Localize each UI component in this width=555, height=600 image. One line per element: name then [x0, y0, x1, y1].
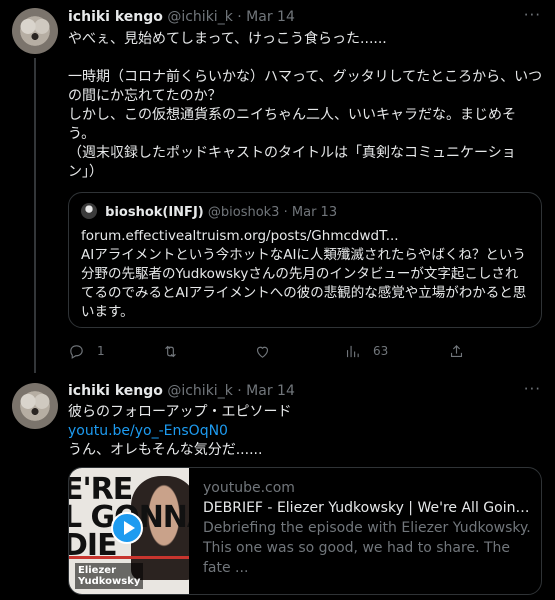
quoted-tweet[interactable]: bioshok(INFJ) @bioshok3 · Mar 13 forum.e…: [68, 192, 542, 328]
card-domain: youtube.com: [203, 480, 295, 496]
quoted-author-name: bioshok(INFJ): [105, 205, 204, 220]
quoted-author-handle: @bioshok3: [207, 205, 280, 220]
share-button[interactable]: [448, 340, 465, 362]
analytics-icon: [346, 345, 359, 357]
tweet[interactable]: ichiki kengo @ichiki_k · Mar 14 ··· 彼らのフ…: [0, 375, 555, 600]
separator-dot: ·: [237, 9, 242, 25]
tweet-text-line: 彼らのフォローアップ・エピソード: [68, 404, 292, 420]
quoted-date: Mar 13: [291, 205, 338, 220]
separator-dot: ·: [283, 205, 288, 220]
video-thumbnail[interactable]: E'RE L GONNA DIE Eliezer Yudkowsky: [69, 468, 189, 594]
tweet[interactable]: ichiki kengo @ichiki_k · Mar 14 ··· やべぇ、…: [0, 0, 555, 375]
tweet-header: ichiki kengo @ichiki_k · Mar 14: [68, 383, 295, 399]
author-name[interactable]: ichiki kengo: [68, 383, 163, 399]
play-icon[interactable]: [111, 512, 143, 544]
like-button[interactable]: [254, 340, 271, 362]
tweet-text: やべぇ、見始めてしまって、けっこう食らった...... 一時期（コロナ前くらいか…: [68, 31, 543, 180]
retweet-icon: [165, 345, 176, 357]
author-name[interactable]: ichiki kengo: [68, 9, 163, 25]
more-options-icon[interactable]: ···: [524, 6, 541, 24]
card-info: youtube.com DEBRIEF - Eliezer Yudkowsky …: [203, 478, 537, 578]
youtube-link[interactable]: youtu.be/yo_-EnsOqN0: [68, 422, 543, 441]
retweet-button[interactable]: [162, 340, 179, 362]
quoted-tweet-text: forum.effectivealtruism.org/posts/Ghmcdw…: [81, 228, 527, 320]
reply-button[interactable]: 1: [68, 340, 105, 362]
more-options-icon[interactable]: ···: [524, 380, 541, 398]
author-handle[interactable]: @ichiki_k: [167, 9, 232, 25]
reply-count: 1: [97, 344, 105, 358]
avatar[interactable]: [12, 8, 58, 54]
tweet-text-line: うん、オレもそんな気分だ......: [68, 442, 263, 458]
views-button[interactable]: 63: [344, 340, 388, 362]
views-count: 63: [373, 344, 389, 358]
quoted-tweet-header: bioshok(INFJ) @bioshok3 · Mar 13: [81, 203, 337, 220]
share-icon: [450, 344, 463, 357]
heart-icon: [256, 346, 269, 358]
reply-icon: [70, 344, 83, 359]
separator-dot: ·: [237, 383, 242, 399]
thread-connector-line: [34, 58, 36, 373]
tweet-actions: 1 63: [68, 340, 538, 364]
card-title[interactable]: DEBRIEF - Eliezer Yudkowsky | We're All …: [203, 498, 537, 518]
tweet-header: ichiki kengo @ichiki_k · Mar 14: [68, 9, 295, 25]
thumbnail-caption: Eliezer Yudkowsky: [75, 563, 144, 589]
avatar[interactable]: [12, 383, 58, 429]
thumbnail-divider: [69, 556, 189, 559]
card-description: Debriefing the episode with Eliezer Yudk…: [203, 520, 531, 576]
link-preview-card[interactable]: E'RE L GONNA DIE Eliezer Yudkowsky youtu…: [68, 467, 542, 595]
quoted-avatar: [81, 203, 97, 219]
tweet-date[interactable]: Mar 14: [246, 9, 295, 25]
tweet-date[interactable]: Mar 14: [246, 383, 295, 399]
author-handle[interactable]: @ichiki_k: [167, 383, 232, 399]
